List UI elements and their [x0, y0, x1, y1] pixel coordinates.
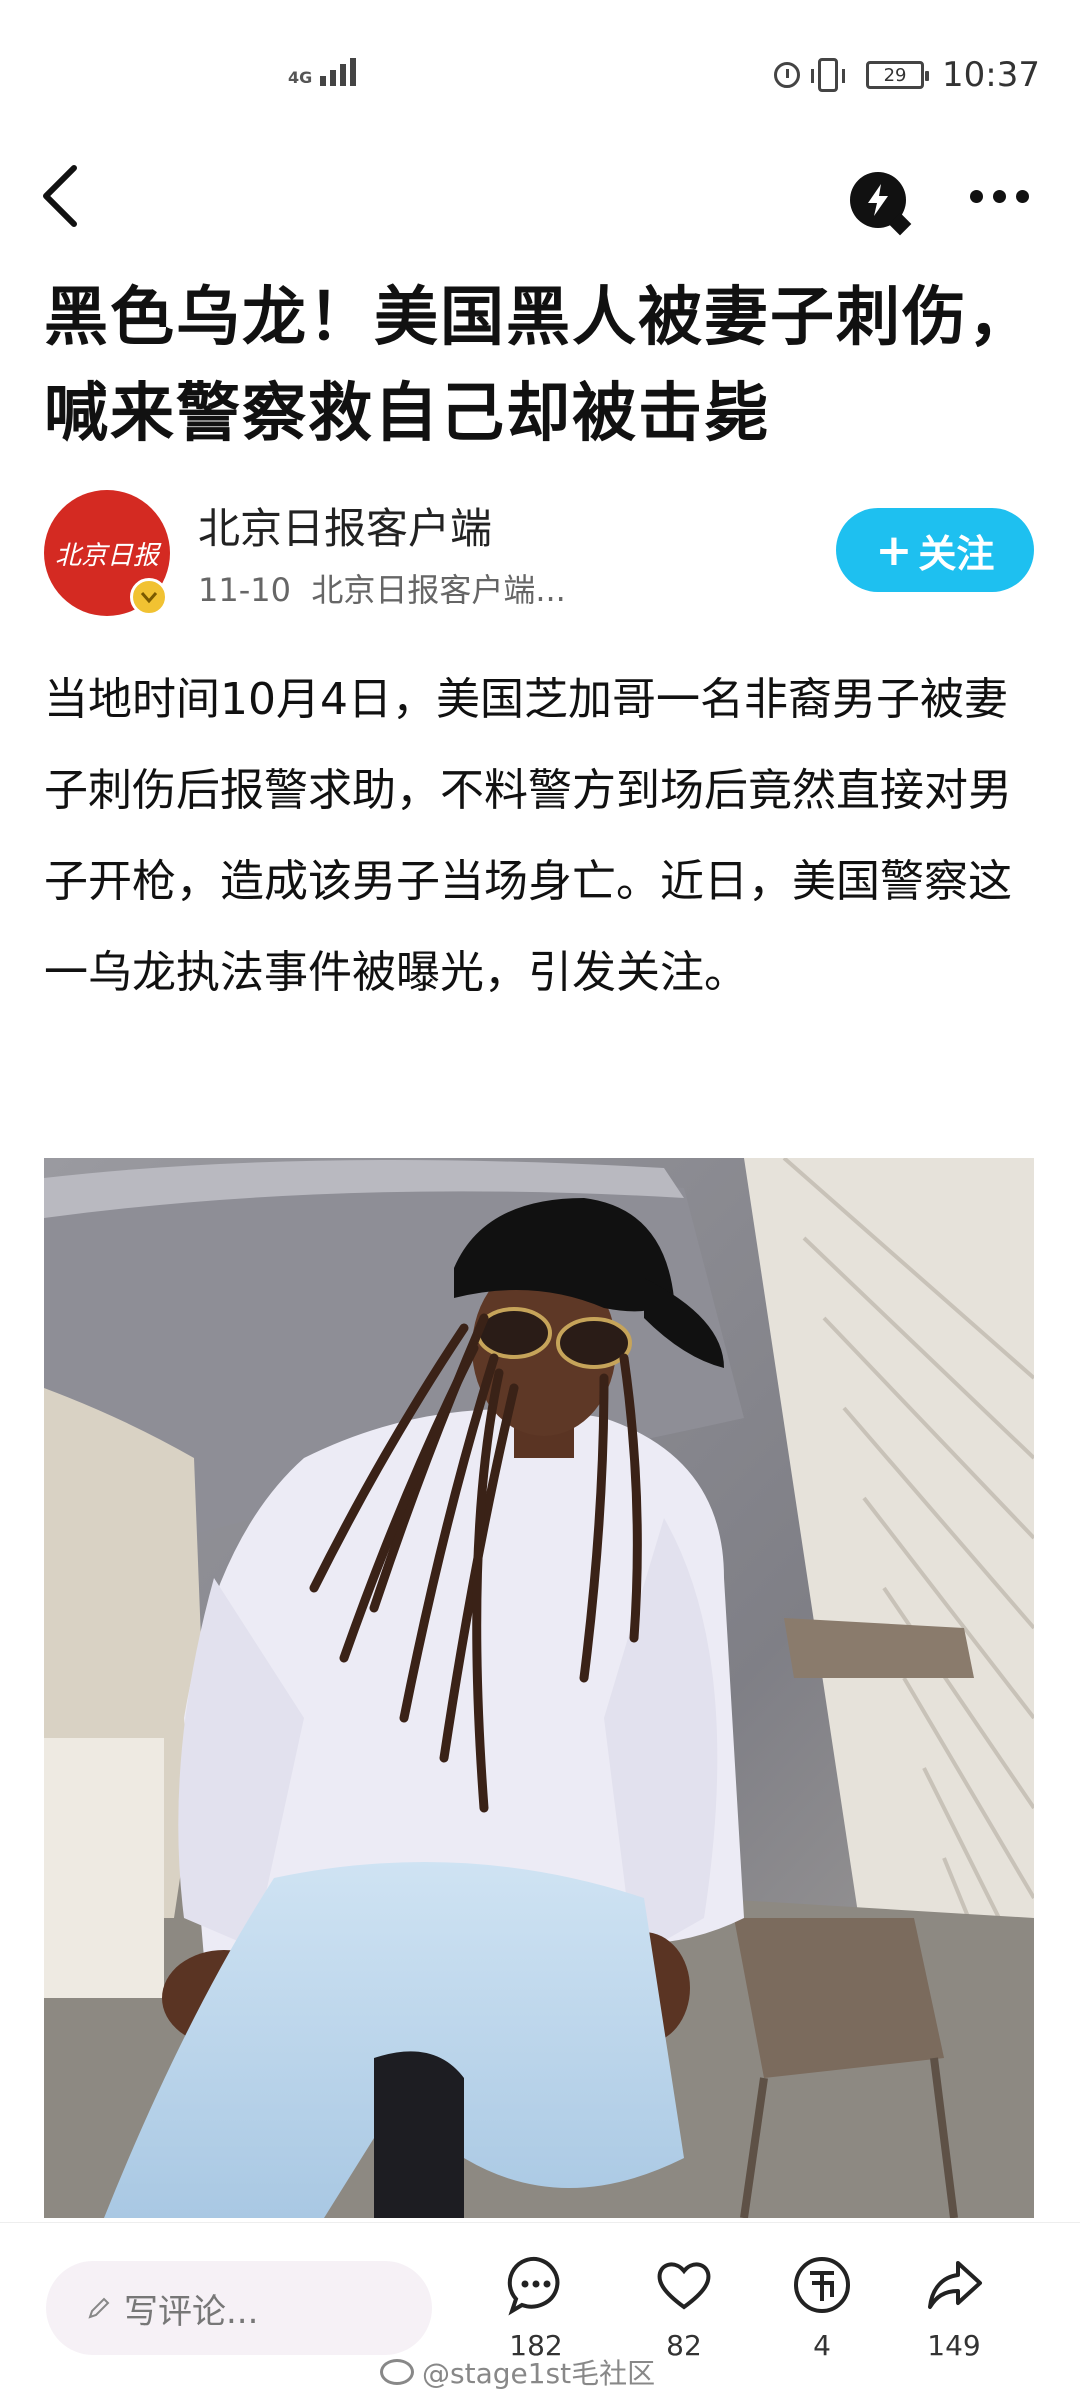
status-bar: 4G 29 10:37	[0, 0, 1080, 150]
coin-count: 4	[813, 2329, 831, 2362]
battery-icon: 29	[866, 61, 930, 89]
share-icon	[928, 2261, 982, 2309]
network-type: 4G	[288, 68, 313, 87]
follow-label: 关注	[918, 531, 995, 576]
more-button[interactable]	[970, 190, 1029, 203]
flash-button[interactable]	[850, 172, 906, 228]
plus-icon: +	[875, 524, 913, 576]
follow-button[interactable]: + 关注	[836, 508, 1034, 592]
coin-button[interactable]: 4	[762, 2253, 882, 2362]
share-count: 149	[927, 2329, 981, 2362]
vibrate-icon	[811, 58, 846, 92]
comment-input[interactable]: 写评论...	[46, 2261, 432, 2355]
back-icon	[43, 165, 77, 227]
comment-button[interactable]: 182	[476, 2253, 596, 2362]
weibo-icon	[380, 2359, 414, 2385]
post-source: 北京日报客户端...	[311, 571, 566, 609]
article-photo[interactable]	[44, 1158, 1034, 2218]
author-meta: 11-10 北京日报客户端...	[198, 565, 566, 611]
verified-badge-icon	[130, 578, 168, 616]
heart-icon	[657, 2262, 711, 2310]
battery-level: 29	[883, 64, 907, 86]
post-date: 11-10	[198, 571, 291, 609]
flash-icon	[868, 184, 888, 216]
article-body: 当地时间10月4日，美国芝加哥一名非裔男子被妻子刺伤后报警求助，不料警方到场后竟…	[44, 674, 1012, 998]
clock: 10:37	[942, 55, 1040, 95]
comment-placeholder: 写评论...	[124, 2291, 259, 2332]
watermark: @stage1st毛社区	[380, 2352, 655, 2392]
article-title: 黑色乌龙！美国黑人被妻子刺伤，喊来警察救自己却被击毙	[44, 281, 1034, 451]
signal-icon: 4G	[288, 58, 357, 87]
back-button[interactable]	[34, 160, 94, 230]
pen-icon	[88, 2297, 110, 2319]
watermark-text: @stage1st毛社区	[422, 2357, 656, 2390]
alarm-icon	[774, 62, 801, 88]
share-button[interactable]: 149	[894, 2253, 1014, 2362]
author-name[interactable]: 北京日报客户端	[198, 495, 492, 556]
comment-icon	[507, 2256, 560, 2316]
like-button[interactable]: 82	[624, 2253, 744, 2362]
coin-icon	[794, 2257, 850, 2313]
more-icon	[970, 190, 983, 203]
